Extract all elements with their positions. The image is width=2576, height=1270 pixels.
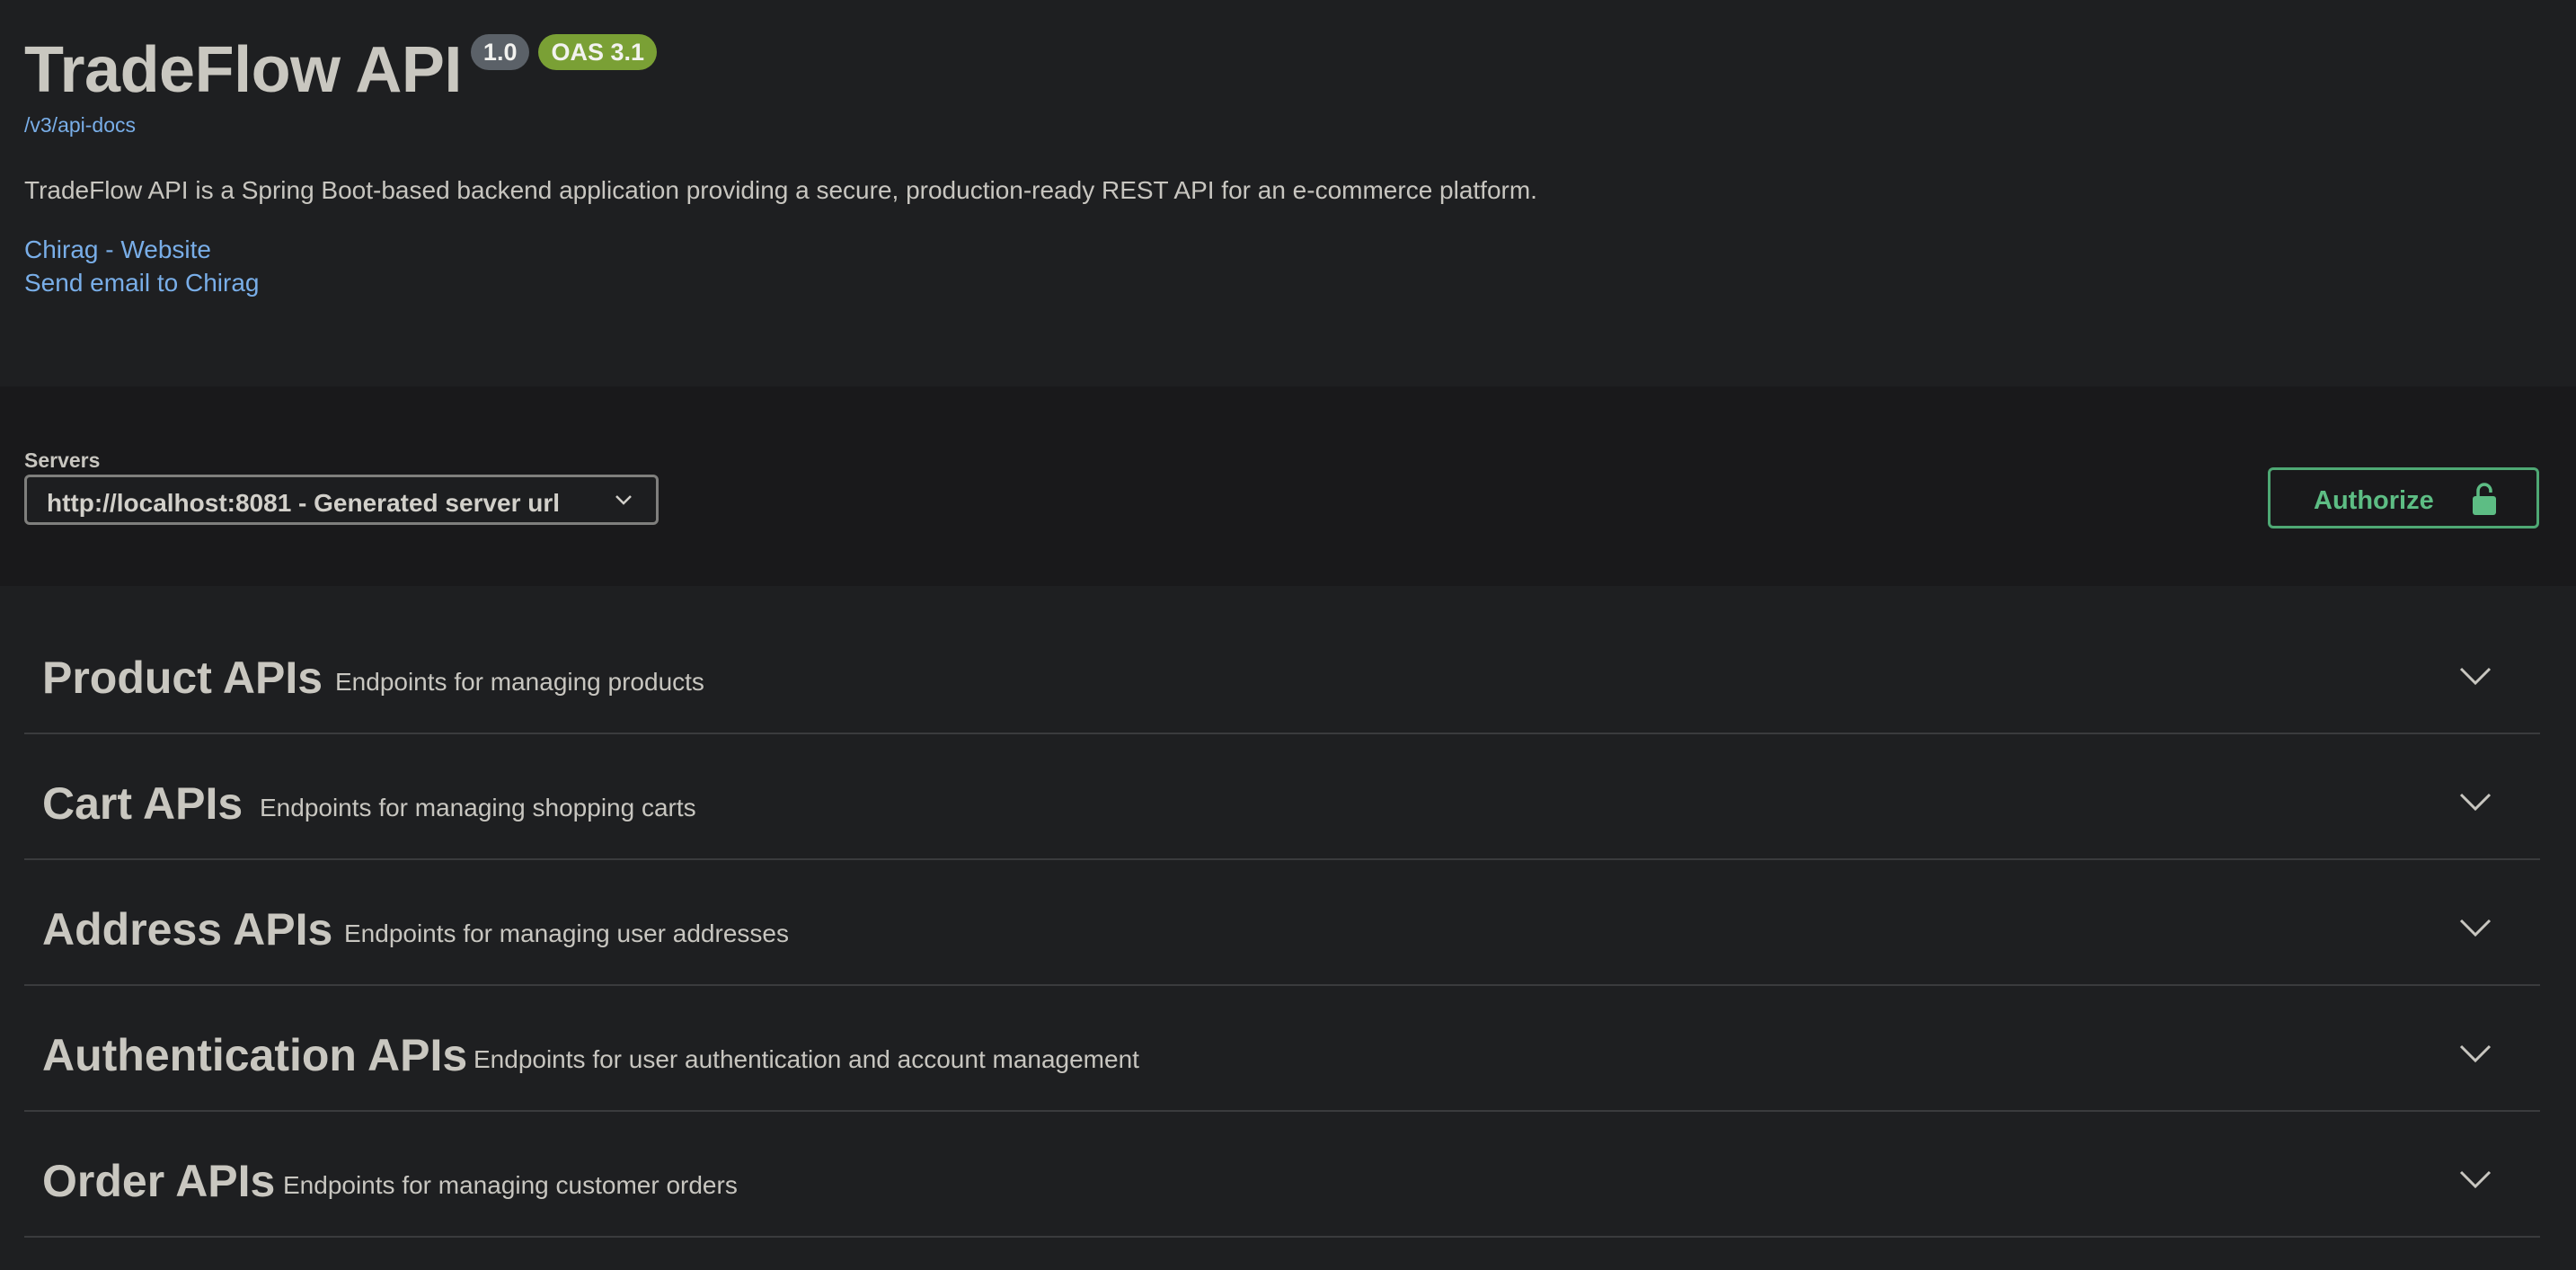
chevron-down-icon[interactable] — [2459, 792, 2492, 812]
api-info-section: TradeFlow API 1.0 OAS 3.1 /v3/api-docs T… — [0, 0, 2576, 386]
chevron-down-icon[interactable] — [2459, 666, 2492, 686]
tag-title[interactable]: Cart APIs — [42, 777, 243, 830]
tag-title[interactable]: Product APIs — [42, 652, 323, 704]
unlocked-lock-icon — [2473, 483, 2496, 515]
chevron-down-icon[interactable] — [2459, 918, 2492, 937]
tag-description: Endpoints for managing products — [335, 668, 704, 696]
chevron-down-icon — [615, 495, 632, 505]
server-select-value: http://localhost:8081 - Generated server… — [47, 489, 561, 517]
tag-description: Endpoints for managing shopping carts — [260, 794, 696, 822]
tag-section-row[interactable]: Order APIs Endpoints for managing custome… — [24, 1112, 2540, 1238]
authorize-label: Authorize — [2314, 486, 2434, 515]
servers-bar: Servers http://localhost:8081 - Generate… — [0, 386, 2576, 586]
tag-title[interactable]: Address APIs — [42, 903, 332, 955]
tag-section-row[interactable]: Authentication APIs Endpoints for user au… — [24, 986, 2540, 1112]
contact-email-link[interactable]: Send email to Chirag — [24, 269, 259, 298]
tag-section-row[interactable]: Cart APIs Endpoints for managing shopping… — [24, 734, 2540, 860]
servers-label: Servers — [24, 448, 101, 472]
authorize-button[interactable]: Authorize — [2268, 467, 2539, 528]
chevron-down-icon[interactable] — [2459, 1169, 2492, 1189]
tag-section-row[interactable]: Product APIs Endpoints for managing produ… — [24, 608, 2540, 734]
tag-description: Endpoints for user authentication and ac… — [474, 1045, 1139, 1073]
chevron-down-icon[interactable] — [2459, 1044, 2492, 1063]
tag-title[interactable]: Authentication APIs — [42, 1029, 467, 1081]
tag-description: Endpoints for managing customer orders — [283, 1171, 738, 1199]
version-badge: 1.0 — [470, 34, 530, 70]
api-docs-link[interactable]: /v3/api-docs — [24, 113, 136, 138]
server-select[interactable]: http://localhost:8081 - Generated server… — [24, 475, 659, 525]
title-row: TradeFlow API 1.0 OAS 3.1 — [24, 31, 658, 110]
tag-title[interactable]: Order APIs — [42, 1155, 275, 1207]
page-title: TradeFlow API — [24, 34, 462, 106]
tag-section-row[interactable]: Address APIs Endpoints for managing user … — [24, 860, 2540, 986]
oas-badge: OAS 3.1 — [538, 34, 658, 70]
tag-description: Endpoints for managing user addresses — [344, 919, 789, 947]
contact-website-link[interactable]: Chirag - Website — [24, 235, 211, 264]
api-description: TradeFlow API is a Spring Boot-based bac… — [24, 176, 1537, 204]
